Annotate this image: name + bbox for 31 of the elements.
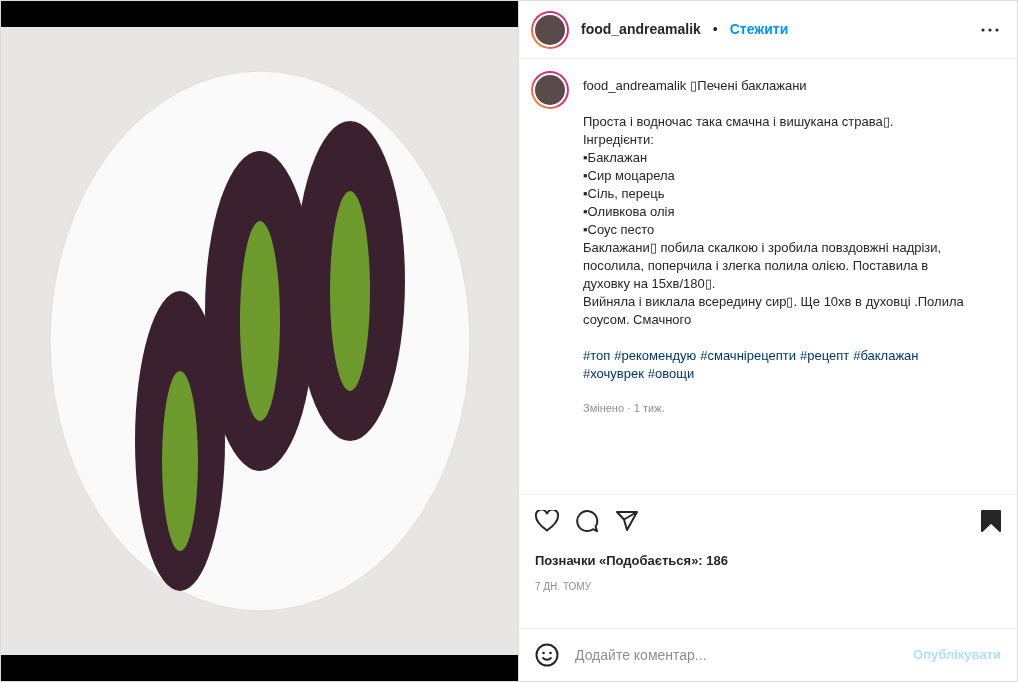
likes-count[interactable]: Позначки «Подобається»: 186 [535,551,1001,571]
comment-icon[interactable] [575,509,599,533]
edited-time: Змінено · 1 тиж. [583,401,666,416]
caption-line: Баклажани▯ побила скалкою і зробила повздовжні надрізи, посолила, поперчила і злегка полила олією. Поставила в духовку на 15хв/180▯. [583,239,943,293]
caption-title: ▯Печені баклажани [690,77,807,95]
caption-line: ▪Сіль, перець [583,185,666,203]
separator: • [712,20,718,39]
username[interactable]: food_andreamalik [581,19,701,40]
avatar[interactable] [531,10,569,49]
caption-line: ▪Оливкова олія [583,203,676,221]
caption-line: Проста і водночас така смачна і вишукана страва▯. [583,113,895,131]
caption-line: ▪Баклажан [583,149,649,167]
caption-line: ▪Соус песто [583,221,656,239]
more-icon[interactable] [981,27,999,32]
hashtag-link[interactable]: #хочуврек [583,365,644,383]
hashtag-link[interactable]: #баклажан [853,347,919,365]
avatar[interactable] [531,71,569,109]
post-time: 7 ДН. ТОМУ [535,579,592,594]
send-icon[interactable] [615,510,639,532]
hashtag-link[interactable]: #рекомендую [614,347,697,365]
hashtag-link[interactable]: #рецепт [799,347,850,365]
caption-line: Вийняла і виклала всередину сир▯. Ще 10хв в духовці .Полила соусом. Смачного [583,293,965,329]
bookmark-icon[interactable] [981,510,1001,532]
heart-icon[interactable] [535,510,559,532]
hashtag-link[interactable]: #овощи [647,365,695,383]
caption-username[interactable]: food_andreamalik [583,77,687,95]
hashtag-link[interactable]: #смачнірецепти [700,347,796,365]
caption-line: Інгредієнти: [583,131,655,149]
hashtag-link[interactable]: #топ [583,347,611,365]
caption-line: ▪Сир моцарела [583,167,676,185]
emoji-icon[interactable] [535,643,559,667]
